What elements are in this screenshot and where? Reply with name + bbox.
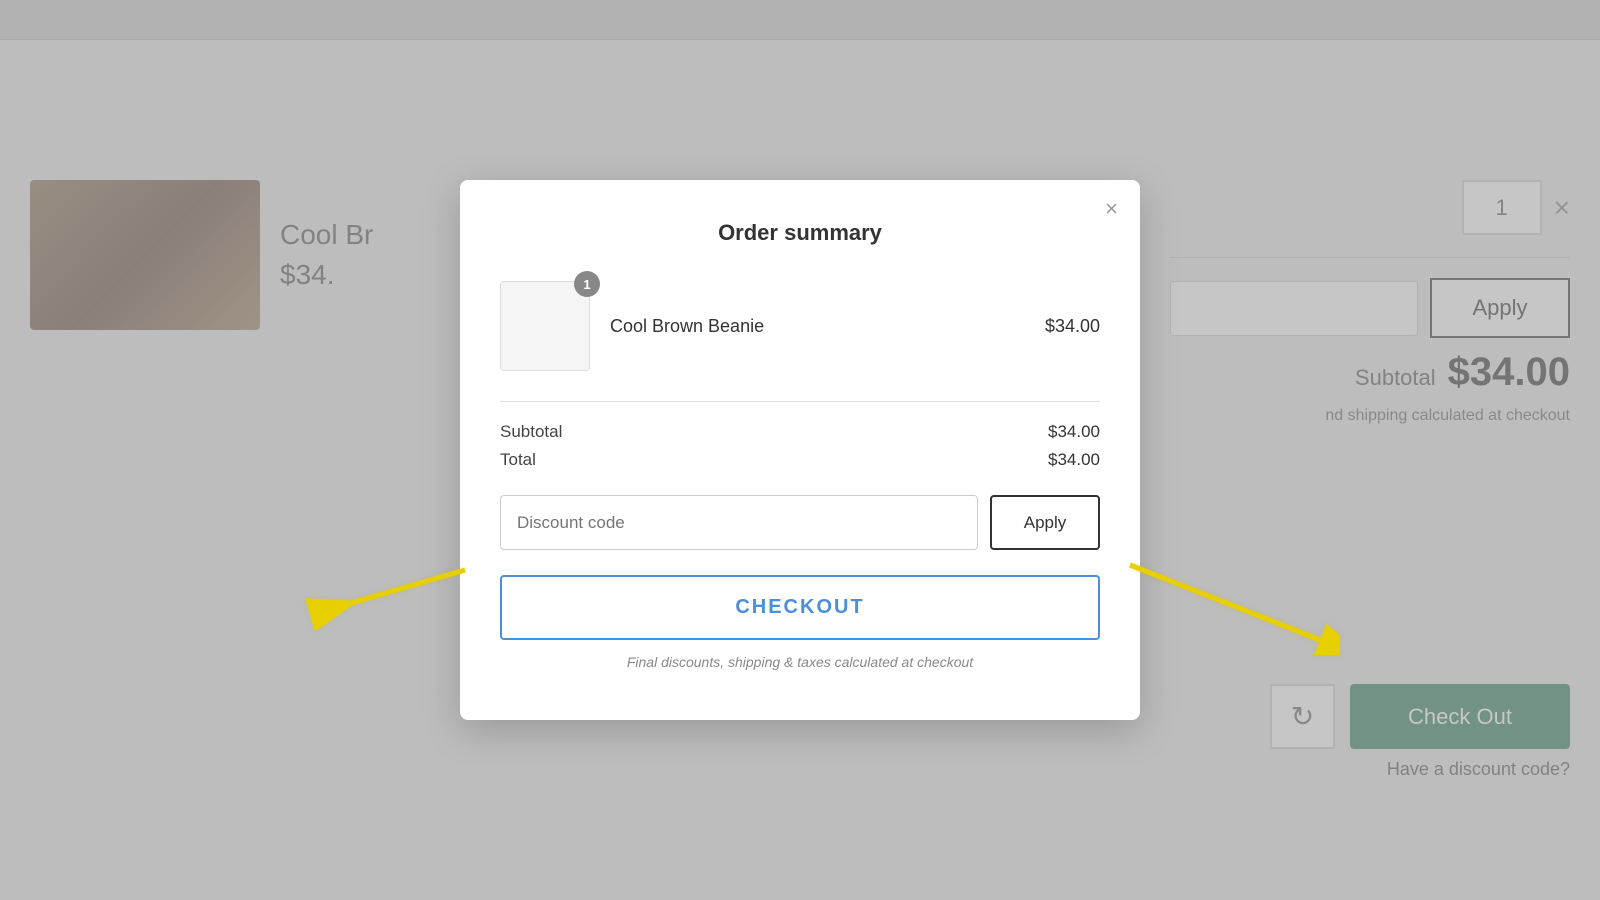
discount-row: Apply bbox=[500, 495, 1100, 550]
product-image-wrapper: 1 bbox=[500, 281, 590, 371]
checkout-note: Final discounts, shipping & taxes calcul… bbox=[500, 654, 1100, 670]
subtotal-label: Subtotal bbox=[500, 422, 562, 442]
product-thumbnail bbox=[500, 281, 590, 371]
modal-title: Order summary bbox=[500, 220, 1100, 246]
product-price: $34.00 bbox=[1045, 316, 1100, 337]
checkout-button[interactable]: CHECKOUT bbox=[500, 575, 1100, 640]
discount-apply-button[interactable]: Apply bbox=[990, 495, 1100, 550]
order-summary-modal: × Order summary 1 Cool Brown Beanie $34.… bbox=[460, 180, 1140, 720]
modal-divider bbox=[500, 401, 1100, 402]
modal-overlay: × Order summary 1 Cool Brown Beanie $34.… bbox=[0, 0, 1600, 900]
subtotal-value: $34.00 bbox=[1048, 422, 1100, 442]
arrow-left bbox=[290, 550, 470, 635]
modal-product-item: 1 Cool Brown Beanie $34.00 bbox=[500, 281, 1100, 371]
modal-close-button[interactable]: × bbox=[1105, 198, 1118, 220]
product-name: Cool Brown Beanie bbox=[610, 316, 1025, 337]
total-value: $34.00 bbox=[1048, 450, 1100, 470]
discount-code-input[interactable] bbox=[500, 495, 978, 550]
totals-section: Subtotal $34.00 Total $34.00 bbox=[500, 422, 1100, 470]
total-label: Total bbox=[500, 450, 536, 470]
subtotal-row: Subtotal $34.00 bbox=[500, 422, 1100, 442]
total-row: Total $34.00 bbox=[500, 450, 1100, 470]
arrow-right bbox=[1120, 555, 1340, 660]
product-quantity-badge: 1 bbox=[574, 271, 600, 297]
